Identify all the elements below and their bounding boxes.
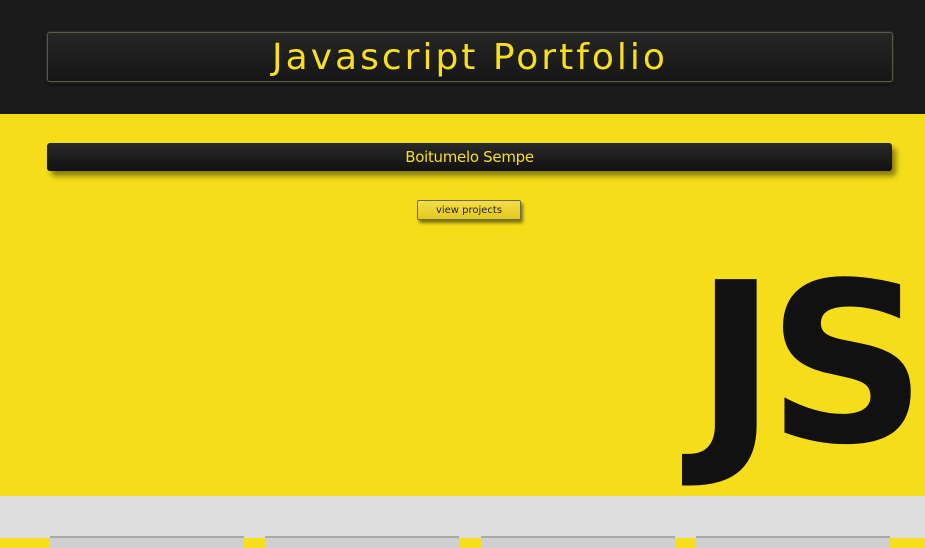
js-logo: JS bbox=[694, 236, 925, 494]
hero-section: Boitumelo Sempe view projects JS bbox=[0, 114, 925, 496]
header: Javascript Portfolio bbox=[0, 0, 925, 114]
title-banner: Javascript Portfolio bbox=[47, 32, 893, 82]
author-name: Boitumelo Sempe bbox=[405, 148, 534, 166]
name-banner: Boitumelo Sempe bbox=[47, 143, 892, 171]
page-title: Javascript Portfolio bbox=[272, 36, 668, 78]
view-projects-button[interactable]: view projects bbox=[417, 200, 521, 220]
projects-section bbox=[0, 496, 925, 548]
